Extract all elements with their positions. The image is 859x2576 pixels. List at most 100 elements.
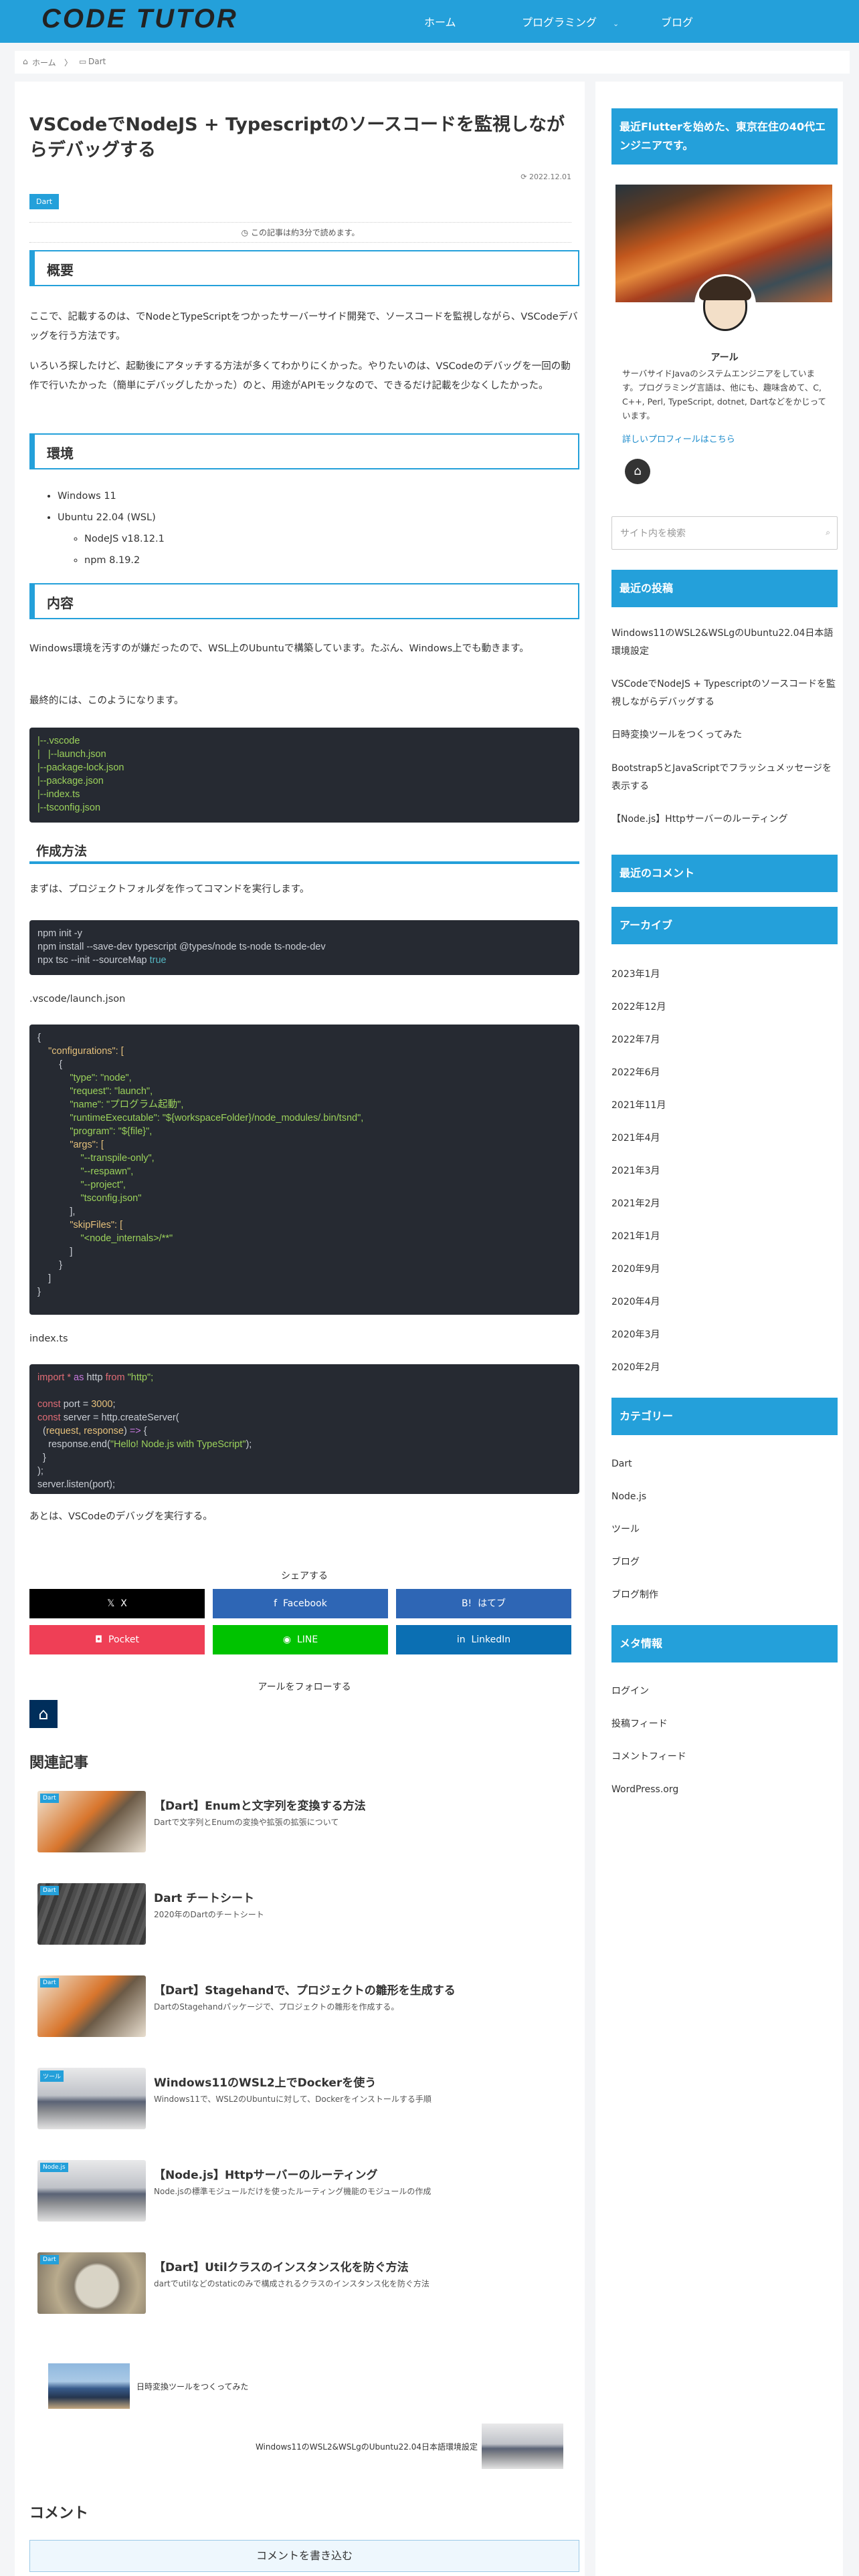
write-comment-button[interactable]: コメントを書き込む	[29, 2540, 579, 2572]
code-line: |--.vscode	[37, 736, 80, 746]
related-thumbnail: Dart	[37, 1975, 146, 2037]
date-text: 2022.12.01	[529, 173, 571, 181]
recent-comments-heading: 最近のコメント	[611, 855, 838, 892]
sidebar: 最近Flutterを始めた、東京在住の40代エンジニアです。 アール サーバサイ…	[595, 82, 843, 2576]
site-header: CODE TUTOR ホーム プログラミング ⌄ ブログ	[0, 0, 859, 43]
breadcrumb-home[interactable]: ホーム	[32, 57, 56, 68]
related-item[interactable]: ツール Windows11のWSL2上でDockerを使う Windows11で…	[29, 2060, 579, 2139]
nav-item-home[interactable]: ホーム	[424, 13, 456, 29]
archive-link[interactable]: 2020年3月	[611, 1326, 838, 1344]
share-linkedin-button[interactable]: in LinkedIn	[396, 1625, 571, 1654]
code-token: {	[140, 1426, 147, 1436]
paragraph: あとは、VSCodeのデバッグを実行する。	[29, 1511, 213, 1522]
code-line: }	[37, 1260, 63, 1271]
search-input[interactable]: サイト内を検索 ⌕	[611, 516, 838, 550]
prev-post-link[interactable]: 日時変換ツールをつくってみた	[48, 2362, 316, 2410]
share-x-button[interactable]: 𝕏 X	[29, 1589, 205, 1618]
code-token: "http";	[124, 1372, 154, 1383]
archive-link[interactable]: 2020年2月	[611, 1359, 838, 1377]
meta-link[interactable]: 投稿フィード	[611, 1715, 838, 1733]
archive-link[interactable]: 2022年12月	[611, 998, 838, 1016]
related-summary: dartでutilなどのstaticのみで構成されるクラスのインスタンス化を防ぐ…	[154, 2279, 430, 2288]
category-badge[interactable]: Dart	[29, 194, 60, 209]
code-line: npx tsc --init --sourceMap true	[37, 955, 167, 966]
share-facebook-button[interactable]: f Facebook	[213, 1589, 388, 1618]
thumbnail-tag: Dart	[40, 1978, 59, 1988]
code-line: {	[37, 1059, 63, 1070]
archive-link[interactable]: 2023年1月	[611, 966, 838, 984]
profile-home-button[interactable]: ⌂	[625, 459, 650, 484]
list-item: npm 8.19.2	[84, 550, 165, 571]
related-item[interactable]: Dart 【Dart】Stagehandで、プロジェクトの雛形を生成する Dar…	[29, 1967, 579, 2046]
archive-link[interactable]: 2021年3月	[611, 1162, 838, 1180]
clock-icon: ◷	[241, 228, 249, 237]
code-token: *	[64, 1372, 74, 1383]
related-item[interactable]: Dart 【Dart】Utilクラスのインスタンス化を防ぐ方法 dartでuti…	[29, 2244, 579, 2323]
meta-link[interactable]: コメントフィード	[611, 1748, 838, 1766]
avatar	[694, 274, 756, 336]
code-token: 3000	[91, 1399, 113, 1410]
archive-link[interactable]: 2021年1月	[611, 1228, 838, 1246]
share-label-text: LinkedIn	[471, 1634, 511, 1645]
home-icon: ⌂	[38, 1705, 49, 1723]
archive-link[interactable]: 2022年7月	[611, 1031, 838, 1049]
profile-link[interactable]: 詳しいプロフィールはこちら	[622, 432, 735, 445]
list-item-text: Ubuntu 22.04 (WSL)	[58, 512, 156, 523]
file-label: .vscode/launch.json	[29, 994, 126, 1004]
code-line: npm init -y	[37, 928, 82, 939]
follow-home-button[interactable]: ⌂	[29, 1700, 58, 1728]
code-line: "--project",	[37, 1180, 126, 1190]
nav-item-programming[interactable]: プログラミング ⌄	[522, 13, 619, 29]
folder-icon: ▭	[79, 57, 87, 66]
code-block-commands: npm init -y npm install --save-dev types…	[29, 920, 579, 975]
site-logo[interactable]: CODE TUTOR	[41, 4, 238, 34]
related-item[interactable]: Dart 【Dart】Enumと文字列を変換する方法 Dartで文字列とEnum…	[29, 1783, 579, 1862]
code-line: "program": "${file}",	[37, 1126, 153, 1137]
recent-post-link[interactable]: 【Node.js】Httpサーバーのルーティング	[611, 811, 838, 829]
related-item[interactable]: Node.js 【Node.js】Httpサーバーのルーティング Node.js…	[29, 2152, 579, 2231]
meta-link[interactable]: ログイン	[611, 1683, 838, 1701]
category-link[interactable]: Dart	[611, 1455, 838, 1473]
archive-link[interactable]: 2021年2月	[611, 1195, 838, 1213]
code-line: ],	[37, 1206, 76, 1217]
related-item[interactable]: Dart Dart チートシート 2020年のDartのチートシート	[29, 1875, 579, 1954]
recent-post-link[interactable]: Bootstrap5とJavaScriptでフラッシュメッセージを表示する	[611, 760, 838, 796]
share-line-button[interactable]: ◉ LINE	[213, 1625, 388, 1654]
code-line: (request, response) => {	[37, 1426, 147, 1436]
code-line: "runtimeExecutable": "${workspaceFolder}…	[37, 1113, 364, 1123]
code-line: "configurations": [	[37, 1046, 124, 1057]
related-summary: DartのStagehandパッケージで、プロジェクトの雛形を作成する。	[154, 2002, 399, 2012]
search-icon[interactable]: ⌕	[826, 528, 830, 538]
archive-link[interactable]: 2020年9月	[611, 1261, 838, 1279]
env-list: Windows 11 Ubuntu 22.04 (WSL) NodeJS v18…	[58, 486, 165, 571]
recent-post-link[interactable]: VSCodeでNodeJS + Typescriptのソースコードを監視しながら…	[611, 675, 838, 712]
next-post-link[interactable]: Windows11のWSL2&WSLgのUbuntu22.04日本語環境設定	[229, 2422, 563, 2470]
code-keyword: true	[149, 955, 167, 966]
share-hatena-button[interactable]: B! はてブ	[396, 1589, 571, 1618]
code-token: port =	[60, 1399, 92, 1410]
archive-link[interactable]: 2021年4月	[611, 1130, 838, 1148]
share-pocket-button[interactable]: ◘ Pocket	[29, 1625, 205, 1654]
code-token: =>	[129, 1426, 141, 1436]
refresh-icon: ⟳	[520, 173, 527, 181]
category-link[interactable]: Node.js	[611, 1488, 838, 1506]
meta-link[interactable]: WordPress.org	[611, 1781, 838, 1799]
code-block-launch-json: { "configurations": [ { "type": "node", …	[29, 1025, 579, 1315]
archive-link[interactable]: 2021年11月	[611, 1097, 838, 1115]
nav-item-blog[interactable]: ブログ	[661, 13, 693, 29]
category-link[interactable]: ブログ制作	[611, 1586, 838, 1604]
code-token: const	[37, 1412, 61, 1423]
paragraph: まずは、プロジェクトフォルダを作ってコマンドを実行します。	[29, 884, 310, 895]
archive-link[interactable]: 2022年6月	[611, 1064, 838, 1082]
category-link[interactable]: ブログ	[611, 1553, 838, 1572]
share-label: シェアする	[281, 1571, 328, 1582]
category-link[interactable]: ツール	[611, 1521, 838, 1539]
archive-heading: アーカイブ	[611, 907, 838, 944]
code-block-tree: |--.vscode | |--launch.json |--package-l…	[29, 728, 579, 823]
related-title: Dart チートシート	[154, 1892, 255, 1905]
recent-post-link[interactable]: Windows11のWSL2&WSLgのUbuntu22.04日本語環境設定	[611, 625, 838, 661]
breadcrumb-current[interactable]: Dart	[88, 57, 106, 66]
archive-link[interactable]: 2020年4月	[611, 1293, 838, 1311]
code-line: "args": [	[37, 1140, 104, 1150]
recent-post-link[interactable]: 日時変換ツールをつくってみた	[611, 726, 838, 744]
